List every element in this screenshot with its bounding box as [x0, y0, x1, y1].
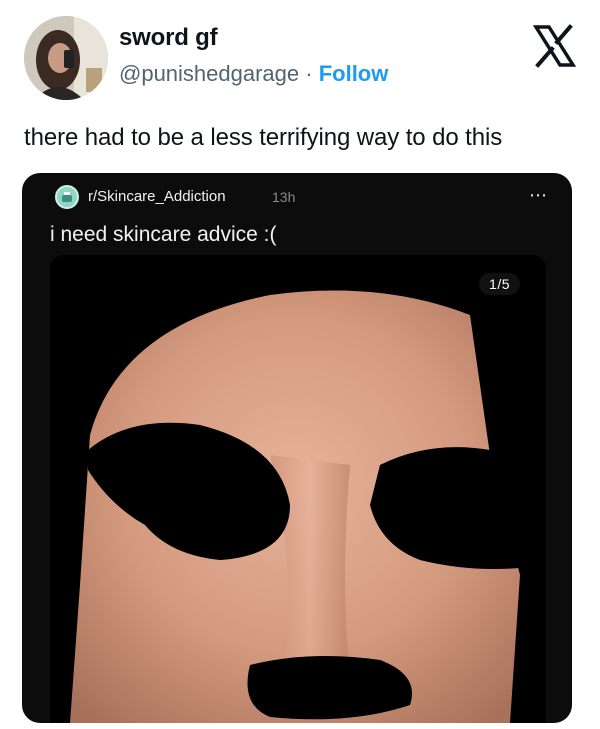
user-handle[interactable]: @punishedgarage: [119, 61, 299, 86]
post-title[interactable]: i need skincare advice :(: [50, 223, 276, 247]
x-logo-icon[interactable]: [530, 22, 578, 70]
post-time: 13h: [272, 189, 296, 205]
separator-dot: ·: [299, 61, 319, 86]
image-counter: 1/5: [479, 273, 520, 295]
tweet-text: there had to be a less terrifying way to…: [24, 124, 503, 151]
subreddit-icon[interactable]: [55, 185, 79, 209]
avatar[interactable]: [24, 16, 108, 100]
handle-line: @punishedgarage · Follow: [119, 61, 388, 87]
tweet-card: sword gf @punishedgarage · Follow there …: [0, 0, 600, 729]
post-image[interactable]: 1/5: [50, 255, 546, 723]
subreddit-name[interactable]: r/Skincare_Addiction: [88, 188, 226, 205]
follow-button[interactable]: Follow: [319, 61, 389, 86]
embedded-reddit-post[interactable]: r/Skincare_Addiction 13h ⋯ i need skinca…: [22, 173, 572, 723]
more-options-icon[interactable]: ⋯: [529, 185, 548, 206]
display-name[interactable]: sword gf: [119, 24, 218, 52]
